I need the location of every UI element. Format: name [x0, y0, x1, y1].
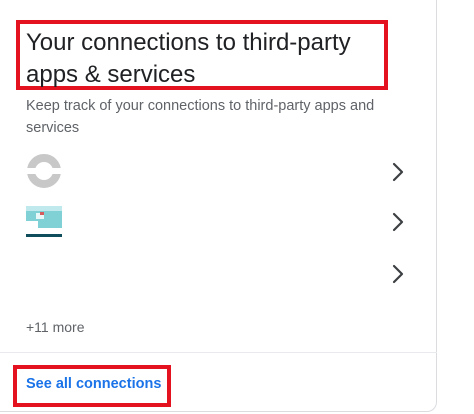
chevron-right-icon[interactable]	[388, 211, 408, 233]
app-logo-teal-image-icon	[26, 206, 62, 237]
more-count: +11 more	[26, 319, 85, 335]
divider	[0, 352, 437, 353]
chevron-right-icon[interactable]	[388, 161, 408, 183]
see-all-connections-link[interactable]: See all connections	[26, 375, 161, 393]
connection-row-1[interactable]	[0, 147, 437, 197]
third-party-connections-card: Your connections to third-party apps & s…	[0, 0, 437, 412]
chevron-right-icon[interactable]	[388, 263, 408, 285]
connection-row-2[interactable]	[0, 197, 437, 247]
connection-row-3[interactable]	[0, 249, 437, 299]
app-logo-gray-ring-icon	[26, 154, 62, 188]
blank-app-logo-icon	[26, 255, 62, 291]
card-title: Your connections to third-party apps & s…	[26, 29, 351, 88]
card-subtitle: Keep track of your connections to third-…	[26, 98, 375, 136]
